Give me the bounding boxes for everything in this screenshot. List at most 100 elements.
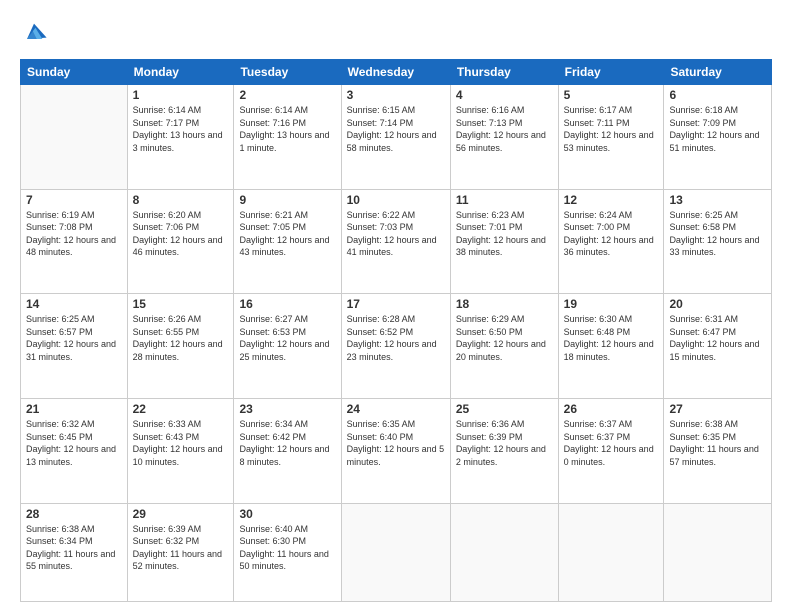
day-header-row: Sunday Monday Tuesday Wednesday Thursday… bbox=[21, 60, 772, 85]
table-cell: 27 Sunrise: 6:38 AM Sunset: 6:35 PM Dayli… bbox=[664, 398, 772, 503]
table-cell: 15 Sunrise: 6:26 AM Sunset: 6:55 PM Dayli… bbox=[127, 294, 234, 399]
table-cell: 1 Sunrise: 6:14 AM Sunset: 7:17 PM Daylig… bbox=[127, 85, 234, 190]
table-cell: 24 Sunrise: 6:35 AM Sunset: 6:40 PM Dayli… bbox=[341, 398, 450, 503]
table-cell: 26 Sunrise: 6:37 AM Sunset: 6:37 PM Dayli… bbox=[558, 398, 664, 503]
calendar-table: Sunday Monday Tuesday Wednesday Thursday… bbox=[20, 59, 772, 602]
day-info: Sunrise: 6:40 AM Sunset: 6:30 PM Dayligh… bbox=[239, 523, 335, 573]
day-number: 19 bbox=[564, 297, 659, 311]
day-number: 2 bbox=[239, 88, 335, 102]
table-cell: 5 Sunrise: 6:17 AM Sunset: 7:11 PM Daylig… bbox=[558, 85, 664, 190]
header-wednesday: Wednesday bbox=[341, 60, 450, 85]
table-cell: 4Sunrise: 6:16 AM Sunset: 7:13 PM Daylig… bbox=[450, 85, 558, 190]
table-cell: 30 Sunrise: 6:40 AM Sunset: 6:30 PM Dayli… bbox=[234, 503, 341, 601]
table-cell: 13 Sunrise: 6:25 AM Sunset: 6:58 PM Dayli… bbox=[664, 189, 772, 294]
day-info: Sunrise: 6:26 AM Sunset: 6:55 PM Dayligh… bbox=[133, 313, 229, 363]
table-cell: 7 Sunrise: 6:19 AM Sunset: 7:08 PM Daylig… bbox=[21, 189, 128, 294]
table-cell: 2Sunrise: 6:14 AM Sunset: 7:16 PM Daylig… bbox=[234, 85, 341, 190]
table-cell: 19 Sunrise: 6:30 AM Sunset: 6:48 PM Dayli… bbox=[558, 294, 664, 399]
logo bbox=[20, 18, 50, 51]
day-number: 12 bbox=[564, 193, 659, 207]
table-cell: 10 Sunrise: 6:22 AM Sunset: 7:03 PM Dayli… bbox=[341, 189, 450, 294]
day-info: Sunrise: 6:23 AM Sunset: 7:01 PM Dayligh… bbox=[456, 209, 553, 259]
day-number: 11 bbox=[456, 193, 553, 207]
table-cell: 25 Sunrise: 6:36 AM Sunset: 6:39 PM Dayli… bbox=[450, 398, 558, 503]
header-tuesday: Tuesday bbox=[234, 60, 341, 85]
day-number: 25 bbox=[456, 402, 553, 416]
day-info: Sunrise: 6:25 AM Sunset: 6:57 PM Dayligh… bbox=[26, 313, 122, 363]
table-cell: 12Sunrise: 6:24 AM Sunset: 7:00 PM Dayli… bbox=[558, 189, 664, 294]
day-number: 26 bbox=[564, 402, 659, 416]
day-number: 24 bbox=[347, 402, 445, 416]
day-info: Sunrise: 6:32 AM Sunset: 6:45 PM Dayligh… bbox=[26, 418, 122, 468]
day-number: 1 bbox=[133, 88, 229, 102]
header-saturday: Saturday bbox=[664, 60, 772, 85]
day-number: 20 bbox=[669, 297, 766, 311]
day-info: Sunrise: 6:25 AM Sunset: 6:58 PM Dayligh… bbox=[669, 209, 766, 259]
table-cell: 28 Sunrise: 6:38 AM Sunset: 6:34 PM Dayli… bbox=[21, 503, 128, 601]
table-cell: 29 Sunrise: 6:39 AM Sunset: 6:32 PM Dayli… bbox=[127, 503, 234, 601]
calendar: Sunday Monday Tuesday Wednesday Thursday… bbox=[20, 59, 772, 602]
day-info: Sunrise: 6:17 AM Sunset: 7:11 PM Dayligh… bbox=[564, 104, 659, 154]
day-number: 4 bbox=[456, 88, 553, 102]
day-info: Sunrise: 6:27 AM Sunset: 6:53 PM Dayligh… bbox=[239, 313, 335, 363]
day-number: 21 bbox=[26, 402, 122, 416]
day-info: Sunrise: 6:36 AM Sunset: 6:39 PM Dayligh… bbox=[456, 418, 553, 468]
day-info: Sunrise: 6:30 AM Sunset: 6:48 PM Dayligh… bbox=[564, 313, 659, 363]
header-friday: Friday bbox=[558, 60, 664, 85]
day-number: 14 bbox=[26, 297, 122, 311]
table-cell: 17 Sunrise: 6:28 AM Sunset: 6:52 PM Dayli… bbox=[341, 294, 450, 399]
day-info: Sunrise: 6:31 AM Sunset: 6:47 PM Dayligh… bbox=[669, 313, 766, 363]
day-number: 7 bbox=[26, 193, 122, 207]
day-number: 10 bbox=[347, 193, 445, 207]
day-number: 17 bbox=[347, 297, 445, 311]
day-number: 30 bbox=[239, 507, 335, 521]
day-number: 9 bbox=[239, 193, 335, 207]
page: Sunday Monday Tuesday Wednesday Thursday… bbox=[0, 0, 792, 612]
header-sunday: Sunday bbox=[21, 60, 128, 85]
day-info: Sunrise: 6:28 AM Sunset: 6:52 PM Dayligh… bbox=[347, 313, 445, 363]
header-monday: Monday bbox=[127, 60, 234, 85]
table-cell: 8 Sunrise: 6:20 AM Sunset: 7:06 PM Daylig… bbox=[127, 189, 234, 294]
day-number: 22 bbox=[133, 402, 229, 416]
day-info: Sunrise: 6:20 AM Sunset: 7:06 PM Dayligh… bbox=[133, 209, 229, 259]
day-number: 3 bbox=[347, 88, 445, 102]
day-number: 27 bbox=[669, 402, 766, 416]
day-number: 15 bbox=[133, 297, 229, 311]
table-cell: 14 Sunrise: 6:25 AM Sunset: 6:57 PM Dayli… bbox=[21, 294, 128, 399]
table-cell: 21 Sunrise: 6:32 AM Sunset: 6:45 PM Dayli… bbox=[21, 398, 128, 503]
day-info: Sunrise: 6:37 AM Sunset: 6:37 PM Dayligh… bbox=[564, 418, 659, 468]
day-number: 8 bbox=[133, 193, 229, 207]
table-cell: 6 Sunrise: 6:18 AM Sunset: 7:09 PM Daylig… bbox=[664, 85, 772, 190]
table-cell: 9 Sunrise: 6:21 AM Sunset: 7:05 PM Daylig… bbox=[234, 189, 341, 294]
day-info: Sunrise: 6:38 AM Sunset: 6:34 PM Dayligh… bbox=[26, 523, 122, 573]
day-info: Sunrise: 6:39 AM Sunset: 6:32 PM Dayligh… bbox=[133, 523, 229, 573]
table-cell bbox=[664, 503, 772, 601]
day-number: 29 bbox=[133, 507, 229, 521]
day-info: Sunrise: 6:35 AM Sunset: 6:40 PM Dayligh… bbox=[347, 418, 445, 468]
table-cell: 11 Sunrise: 6:23 AM Sunset: 7:01 PM Dayli… bbox=[450, 189, 558, 294]
day-info: Sunrise: 6:18 AM Sunset: 7:09 PM Dayligh… bbox=[669, 104, 766, 154]
table-cell: 22 Sunrise: 6:33 AM Sunset: 6:43 PM Dayli… bbox=[127, 398, 234, 503]
day-info: Sunrise: 6:34 AM Sunset: 6:42 PM Dayligh… bbox=[239, 418, 335, 468]
day-info: Sunrise: 6:29 AM Sunset: 6:50 PM Dayligh… bbox=[456, 313, 553, 363]
day-number: 28 bbox=[26, 507, 122, 521]
logo-icon bbox=[20, 18, 48, 51]
table-cell: 23 Sunrise: 6:34 AM Sunset: 6:42 PM Dayli… bbox=[234, 398, 341, 503]
day-info: Sunrise: 6:21 AM Sunset: 7:05 PM Dayligh… bbox=[239, 209, 335, 259]
table-cell bbox=[558, 503, 664, 601]
day-number: 6 bbox=[669, 88, 766, 102]
table-cell: 20 Sunrise: 6:31 AM Sunset: 6:47 PM Dayli… bbox=[664, 294, 772, 399]
day-info: Sunrise: 6:22 AM Sunset: 7:03 PM Dayligh… bbox=[347, 209, 445, 259]
day-number: 5 bbox=[564, 88, 659, 102]
day-info: Sunrise: 6:19 AM Sunset: 7:08 PM Dayligh… bbox=[26, 209, 122, 259]
day-number: 18 bbox=[456, 297, 553, 311]
table-cell bbox=[21, 85, 128, 190]
header-thursday: Thursday bbox=[450, 60, 558, 85]
day-number: 23 bbox=[239, 402, 335, 416]
day-info: Sunrise: 6:14 AM Sunset: 7:17 PM Dayligh… bbox=[133, 104, 229, 154]
day-info: Sunrise: 6:38 AM Sunset: 6:35 PM Dayligh… bbox=[669, 418, 766, 468]
day-info: Sunrise: 6:33 AM Sunset: 6:43 PM Dayligh… bbox=[133, 418, 229, 468]
table-cell bbox=[450, 503, 558, 601]
day-number: 13 bbox=[669, 193, 766, 207]
day-number: 16 bbox=[239, 297, 335, 311]
